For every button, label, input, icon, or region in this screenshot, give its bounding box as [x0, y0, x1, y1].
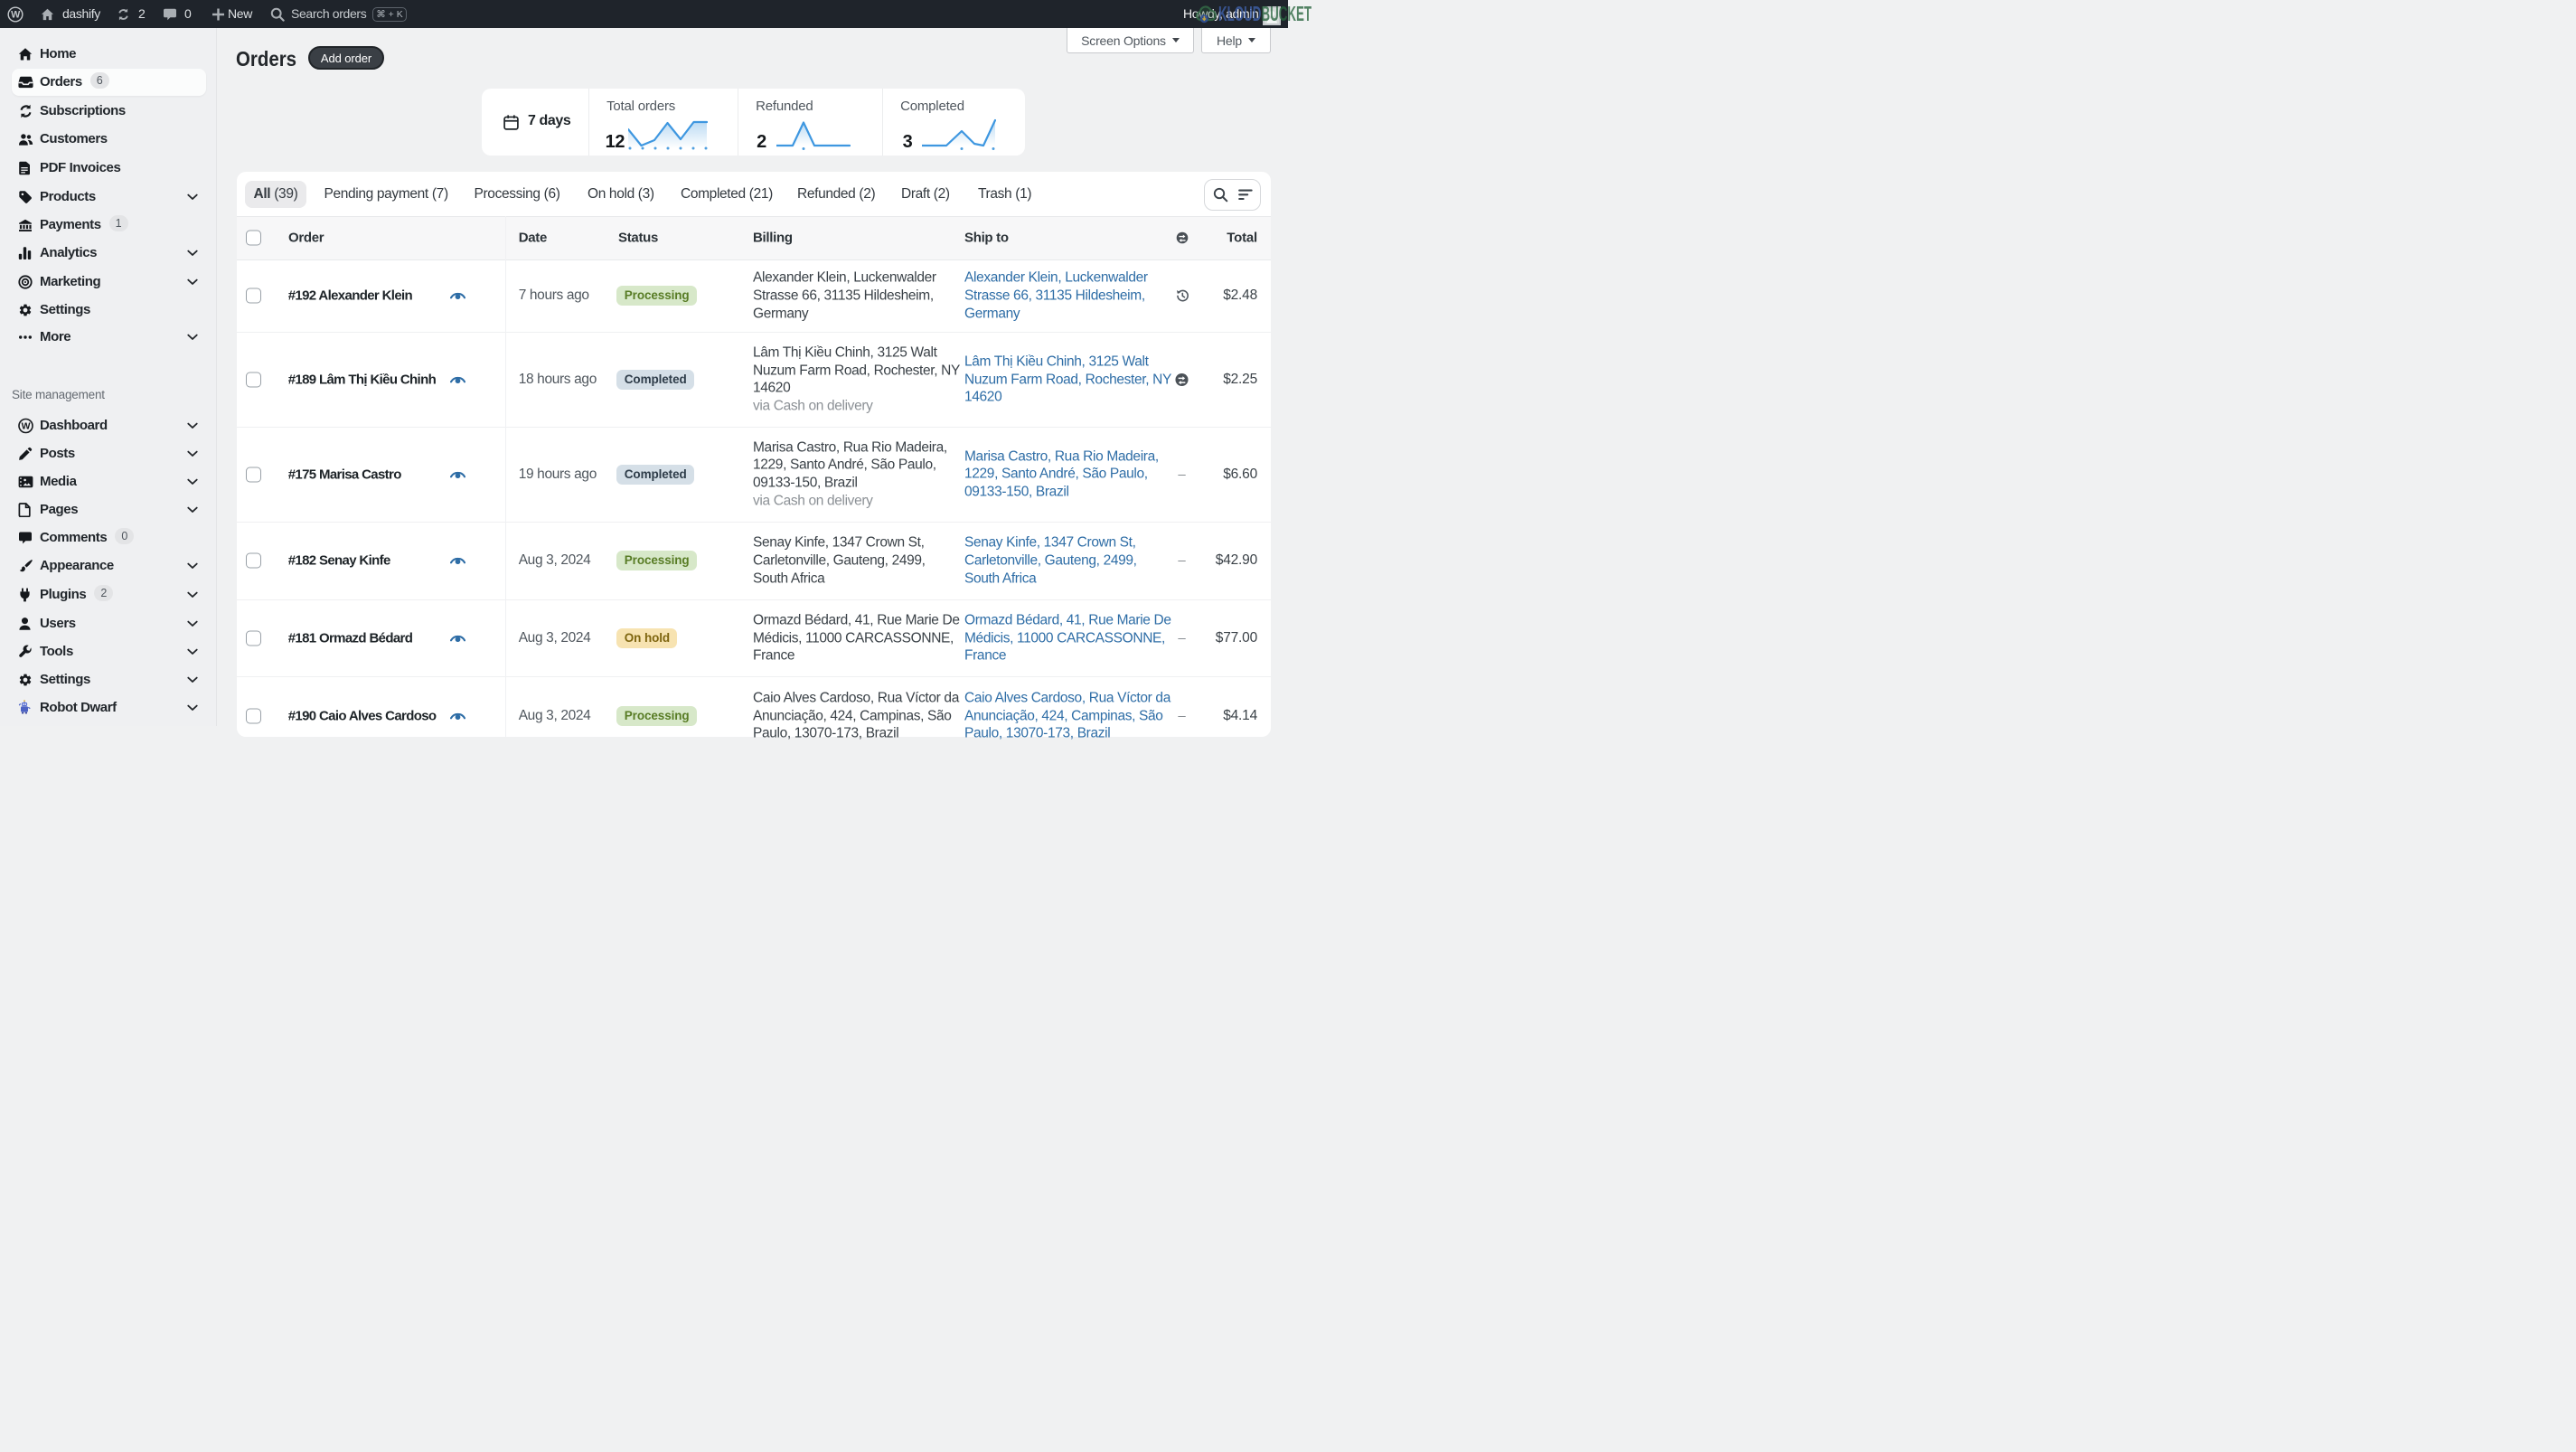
svg-text:W: W — [22, 420, 31, 431]
svg-text:W: W — [11, 9, 21, 20]
